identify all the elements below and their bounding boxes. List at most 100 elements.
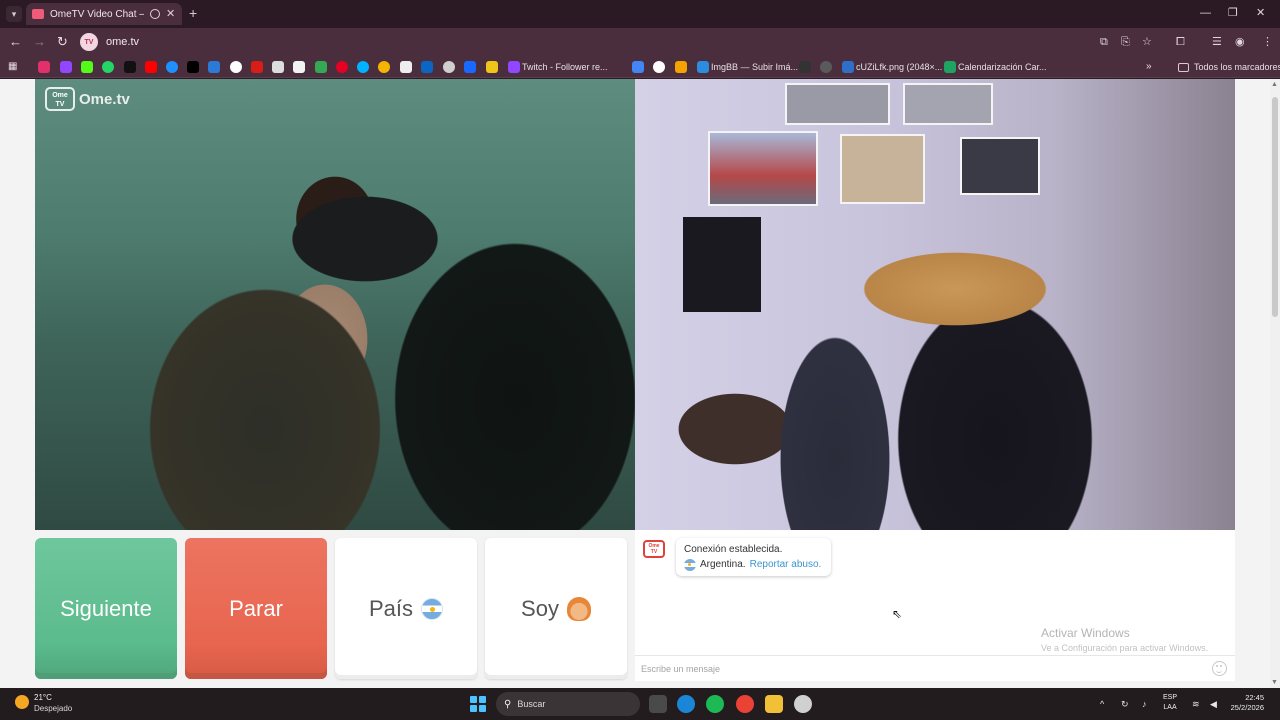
- recording-icon: [150, 9, 160, 19]
- cloud-icon[interactable]: [166, 61, 178, 73]
- sync-icon[interactable]: ↻: [1121, 698, 1129, 710]
- whatsapp-icon[interactable]: [102, 61, 114, 73]
- new-tab-button[interactable]: +: [189, 6, 197, 20]
- imgbb-icon[interactable]: [697, 61, 709, 73]
- tray-chevron-icon[interactable]: ^: [1100, 698, 1104, 710]
- start-icon[interactable]: [470, 696, 486, 712]
- canva-icon[interactable]: [357, 61, 369, 73]
- tiktok-icon[interactable]: [187, 61, 199, 73]
- bookmark-twitch-followers[interactable]: Twitch - Follower re...: [522, 61, 608, 73]
- profile-avatar-icon[interactable]: ◉: [1235, 35, 1245, 49]
- spotify-icon[interactable]: [706, 695, 724, 713]
- address-bar[interactable]: TV ome.tv: [80, 31, 1090, 53]
- tab-title: OmeTV Video Chat — Omeg: [50, 8, 144, 20]
- forward-icon[interactable]: →: [33, 34, 46, 50]
- minimize-icon[interactable]: —: [1200, 6, 1211, 20]
- back-icon[interactable]: ←: [9, 34, 22, 50]
- install-app-icon[interactable]: ⎘: [1121, 35, 1130, 49]
- menu-kebab-icon[interactable]: ⋮: [1262, 35, 1273, 49]
- stop-button[interactable]: Parar: [185, 538, 327, 679]
- youtube-icon[interactable]: [145, 61, 157, 73]
- app-icon-b[interactable]: [272, 61, 284, 73]
- clock-date: 25/2/2026: [1230, 703, 1264, 712]
- image-file-icon[interactable]: [842, 61, 854, 73]
- red-app-icon[interactable]: [251, 61, 263, 73]
- twitch-followers-icon[interactable]: [508, 61, 520, 73]
- more-bookmarks-icon[interactable]: »: [1146, 61, 1152, 73]
- report-abuse-link[interactable]: Reportar abuso.: [750, 557, 822, 572]
- mouse-cursor-icon: ⇖: [892, 607, 903, 621]
- task-view-icon[interactable]: [649, 695, 667, 713]
- tab-active[interactable]: OmeTV Video Chat — Omeg ✕: [26, 3, 182, 25]
- clock-time: 22:45: [1245, 693, 1264, 702]
- reload-icon[interactable]: ↻: [57, 34, 68, 50]
- apps-grid-icon[interactable]: ▦: [8, 61, 20, 73]
- docs-icon[interactable]: [632, 61, 644, 73]
- system-message: Conexión establecida. Argentina. Reporta…: [676, 538, 831, 576]
- weather-temperature: 21°C: [34, 693, 52, 702]
- chat-input-row: [635, 655, 1235, 681]
- edge-icon[interactable]: [677, 695, 695, 713]
- wall-photo: [903, 83, 993, 125]
- kick-icon[interactable]: [81, 61, 93, 73]
- wifi-icon[interactable]: ≋: [1192, 698, 1200, 710]
- upwork-icon[interactable]: [293, 61, 305, 73]
- folder-icon: [1178, 63, 1189, 72]
- scroll-up-icon[interactable]: ▲: [1271, 81, 1278, 88]
- all-bookmarks[interactable]: Todos los marcadores: [1194, 61, 1280, 73]
- gender-button[interactable]: Soy: [485, 538, 627, 679]
- instagram-icon[interactable]: [38, 61, 50, 73]
- twitch-icon[interactable]: [60, 61, 72, 73]
- file-explorer-icon[interactable]: [765, 695, 783, 713]
- chat-message-input[interactable]: [641, 660, 1201, 678]
- clock[interactable]: 22:45 25/2/2026: [1228, 693, 1264, 713]
- google-icon[interactable]: [230, 61, 242, 73]
- reading-list-icon[interactable]: ☰: [1212, 35, 1222, 49]
- app-icon-a[interactable]: [208, 61, 220, 73]
- bookmark-calendar[interactable]: Calendarización Car...: [958, 61, 1047, 73]
- globe-icon[interactable]: [443, 61, 455, 73]
- tab-list-button[interactable]: ▾: [6, 6, 22, 22]
- scroll-thumb[interactable]: [1272, 97, 1278, 317]
- extensions-icon[interactable]: ⧠: [1176, 35, 1185, 49]
- tab-close-icon[interactable]: ✕: [166, 9, 176, 20]
- next-button-label: Siguiente: [60, 595, 152, 621]
- country-button-label: País: [368, 595, 414, 621]
- logo-text: Ome.tv: [79, 90, 130, 108]
- microphone-icon[interactable]: ♪: [1142, 698, 1147, 710]
- steam-icon[interactable]: [794, 695, 812, 713]
- chrome-icon[interactable]: [736, 695, 754, 713]
- pinterest-icon[interactable]: [336, 61, 348, 73]
- upload-icon[interactable]: [400, 61, 412, 73]
- behance-icon[interactable]: [464, 61, 476, 73]
- sheets-icon[interactable]: [944, 61, 956, 73]
- x-icon[interactable]: [124, 61, 136, 73]
- wall-photo: [785, 83, 890, 125]
- chat-panel: Ome TV Conexión establecida. Argentina. …: [635, 530, 1235, 681]
- drive-icon[interactable]: [315, 61, 327, 73]
- volume-icon[interactable]: ◀: [1210, 698, 1217, 710]
- linkedin-icon[interactable]: [421, 61, 433, 73]
- color-app-icon[interactable]: [378, 61, 390, 73]
- country-button[interactable]: País: [335, 538, 477, 679]
- taskbar-search[interactable]: ⚲ Buscar: [496, 692, 640, 716]
- language-indicator[interactable]: ESP LAA: [1163, 693, 1177, 713]
- bookmark-imgbb[interactable]: ImgBB — Subir Imá...: [711, 61, 798, 73]
- bookmark-star-icon[interactable]: ☆: [1142, 35, 1152, 49]
- page-scrollbar[interactable]: ▲ ▼: [1270, 79, 1280, 688]
- weather-icon[interactable]: [15, 695, 29, 709]
- folder-app-icon[interactable]: [486, 61, 498, 73]
- scroll-down-icon[interactable]: ▼: [1271, 679, 1278, 686]
- app-icon-c[interactable]: [675, 61, 687, 73]
- chrome-app-icon[interactable]: [653, 61, 665, 73]
- app-icon-e[interactable]: [820, 61, 832, 73]
- app-icon-d[interactable]: [799, 61, 811, 73]
- site-info-icon[interactable]: TV: [80, 33, 98, 51]
- maximize-icon[interactable]: ❐: [1228, 6, 1238, 20]
- search-icon: ⚲: [504, 698, 512, 710]
- translate-icon[interactable]: ⧉: [1100, 35, 1108, 49]
- next-button[interactable]: Siguiente: [35, 538, 177, 679]
- window-close-icon[interactable]: ✕: [1256, 6, 1265, 20]
- emoji-icon[interactable]: [1212, 661, 1227, 676]
- bookmark-image[interactable]: cUZiLfk.png (2048×...: [856, 61, 942, 73]
